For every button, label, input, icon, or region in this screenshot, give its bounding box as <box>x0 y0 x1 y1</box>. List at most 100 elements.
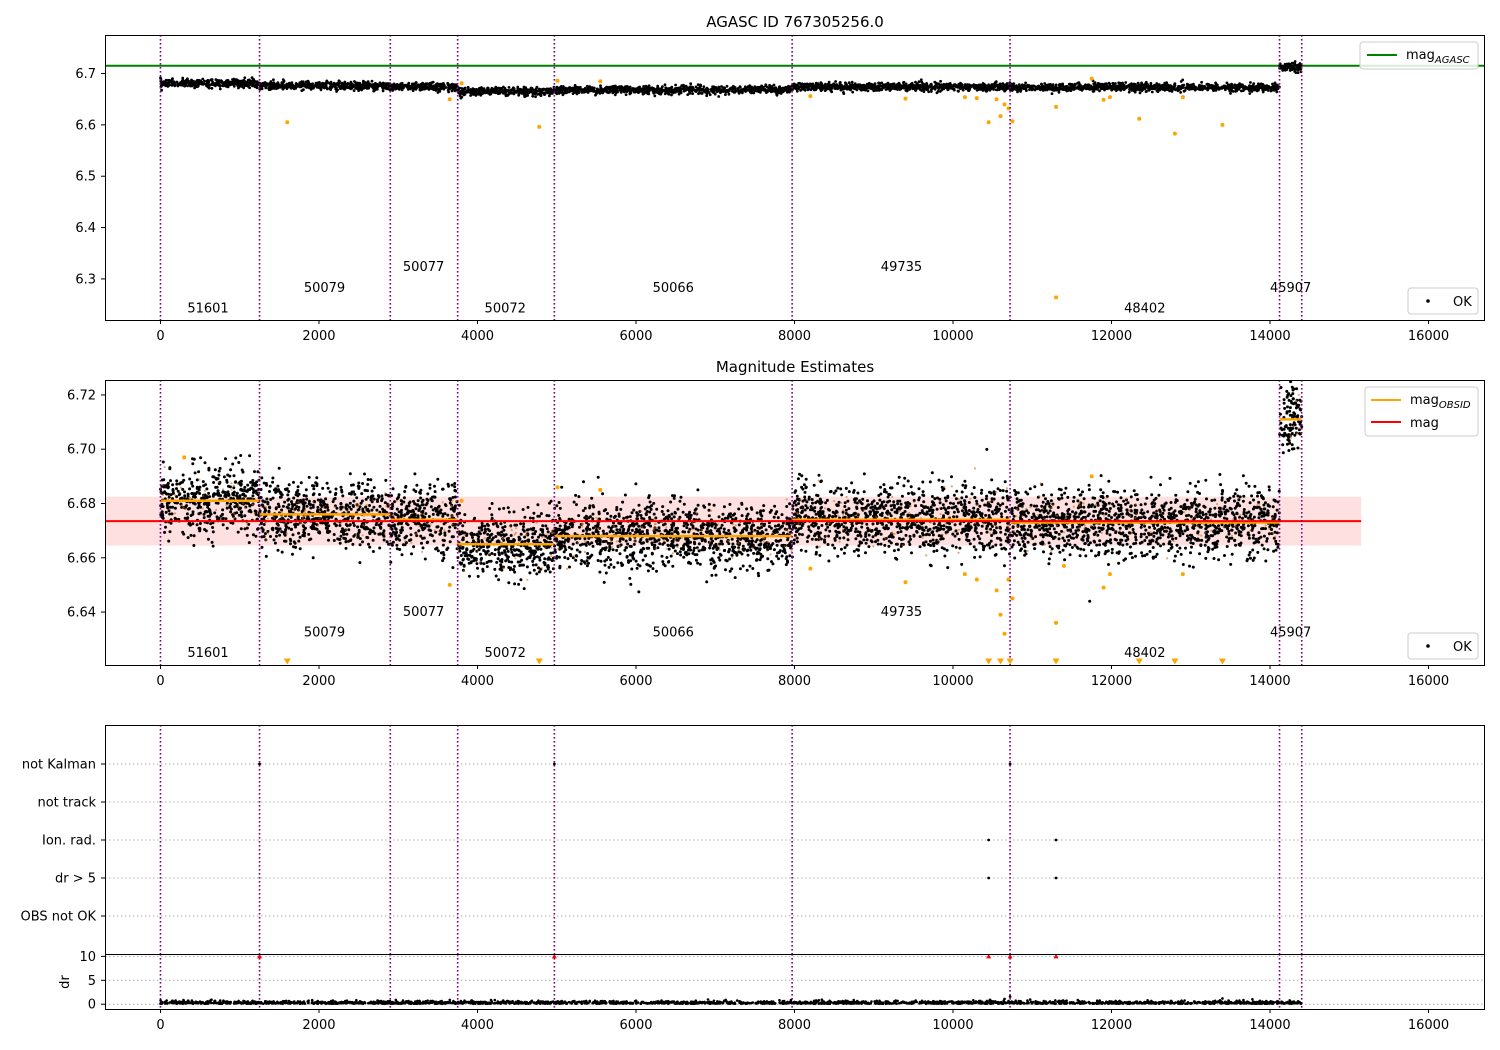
ok-point <box>891 82 894 86</box>
ok-point <box>987 83 990 87</box>
ok-point <box>375 87 379 91</box>
ok-point <box>171 82 175 86</box>
ok-point <box>1187 83 1190 87</box>
ok-point <box>181 473 185 477</box>
ok-point <box>628 89 631 93</box>
ok-point <box>573 89 577 93</box>
ok-point <box>239 513 243 517</box>
ok-point <box>1137 86 1141 90</box>
ok-point <box>1209 85 1213 89</box>
ok-point <box>179 81 183 85</box>
ok-point <box>291 552 294 556</box>
ok-point <box>248 508 252 512</box>
ok-point <box>959 86 963 90</box>
ok-point <box>218 466 222 470</box>
ok-point <box>239 527 243 531</box>
ok-point <box>325 87 329 91</box>
ok-point <box>809 88 813 91</box>
ok-point <box>960 83 964 86</box>
ok-point <box>181 83 185 87</box>
ok-point <box>745 88 748 91</box>
ok-point <box>534 95 537 99</box>
ok-point <box>711 91 715 94</box>
ok-point <box>368 545 372 549</box>
ok-point <box>752 89 756 92</box>
ok-point <box>1144 90 1148 93</box>
ok-point <box>898 85 902 89</box>
ok-point <box>167 509 171 513</box>
obsid-label: 50072 <box>485 301 526 316</box>
ok-point <box>161 516 165 520</box>
ok-point <box>1107 81 1111 85</box>
ok-point <box>620 85 623 88</box>
ok-point <box>162 478 166 482</box>
ok-point <box>1200 80 1203 84</box>
ok-point <box>171 483 175 487</box>
ok-point <box>875 88 879 92</box>
outlier-point <box>962 95 967 100</box>
ok-point <box>776 91 779 94</box>
ok-point <box>1104 82 1108 86</box>
ok-point <box>179 481 183 485</box>
legend-mag-subscript: AGASC <box>1434 55 1470 66</box>
ok-point <box>213 511 217 515</box>
ok-point <box>539 94 543 97</box>
ok-point <box>216 477 220 481</box>
ok-point <box>1165 81 1168 84</box>
ok-point <box>924 84 928 88</box>
ok-point <box>198 492 202 495</box>
ok-point <box>669 87 673 91</box>
y-tick-label: 6.4 <box>75 221 96 236</box>
ok-point <box>243 514 247 518</box>
ok-point <box>567 90 571 93</box>
ok-point <box>239 510 243 514</box>
ok-point <box>217 81 221 85</box>
ok-point <box>377 532 381 536</box>
ok-point <box>334 83 338 87</box>
ok-point <box>280 550 284 554</box>
ok-point <box>211 526 215 529</box>
ok-point <box>666 92 670 95</box>
ok-point <box>204 529 208 533</box>
ok-point <box>516 87 520 91</box>
ok-point <box>717 95 721 98</box>
ok-point <box>281 81 285 85</box>
ok-point <box>1179 91 1182 94</box>
ok-point <box>372 505 376 509</box>
outlier-point <box>808 94 813 99</box>
ok-point <box>687 87 691 91</box>
ok-point <box>997 86 1001 90</box>
ok-point <box>272 78 275 82</box>
ok-point <box>670 93 673 97</box>
ok-point <box>204 483 208 487</box>
ok-point <box>691 92 694 95</box>
ok-point <box>324 83 328 86</box>
outlier-point <box>1089 76 1094 81</box>
ok-point <box>1120 87 1123 91</box>
ok-point <box>774 86 777 89</box>
ok-point <box>977 88 980 91</box>
ok-point <box>922 90 926 93</box>
ok-point <box>1221 86 1225 90</box>
ok-point <box>479 89 483 92</box>
ok-point <box>1169 85 1173 88</box>
ok-point <box>168 80 172 83</box>
ok-point <box>767 88 771 91</box>
ok-point <box>1023 87 1027 90</box>
ok-point <box>748 88 752 92</box>
ok-point <box>183 494 187 498</box>
ok-point <box>337 82 341 85</box>
ok-point <box>565 87 569 91</box>
ok-point <box>806 88 810 92</box>
ok-point <box>867 83 871 87</box>
ok-point <box>217 473 221 477</box>
ok-point <box>1188 86 1192 89</box>
ok-point <box>226 473 230 477</box>
ok-point <box>473 92 477 95</box>
ok-point <box>780 87 784 91</box>
ok-point <box>198 522 202 525</box>
outlier-point <box>903 96 908 101</box>
ok-point <box>1016 85 1019 89</box>
ok-point <box>175 80 179 84</box>
ok-point <box>225 506 229 510</box>
